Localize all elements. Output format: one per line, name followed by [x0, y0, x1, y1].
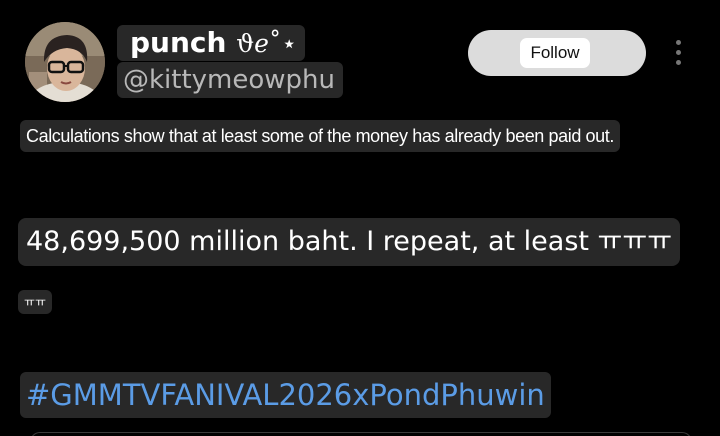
- display-name-symbols: ϑℯ˚⋆: [236, 29, 298, 58]
- follow-button[interactable]: Follow: [520, 38, 590, 68]
- user-handle[interactable]: @kittymeowphu: [117, 62, 344, 98]
- post-text-line-1: Calculations show that at least some of …: [20, 120, 620, 152]
- hashtag-link[interactable]: #GMMTVFANIVAL2026xPondPhuwin: [20, 372, 551, 418]
- avatar[interactable]: [25, 22, 105, 102]
- avatar-photo-icon: [25, 22, 105, 102]
- more-vertical-icon[interactable]: [672, 40, 684, 70]
- post-text-line-3: ㅠㅠ: [18, 290, 53, 314]
- next-card-edge: [30, 432, 692, 436]
- post-text-line-2: 48,699,500 million baht. I repeat, at le…: [18, 218, 681, 266]
- display-name[interactable]: punch ϑℯ˚⋆: [117, 25, 306, 61]
- display-name-text: punch: [130, 26, 227, 59]
